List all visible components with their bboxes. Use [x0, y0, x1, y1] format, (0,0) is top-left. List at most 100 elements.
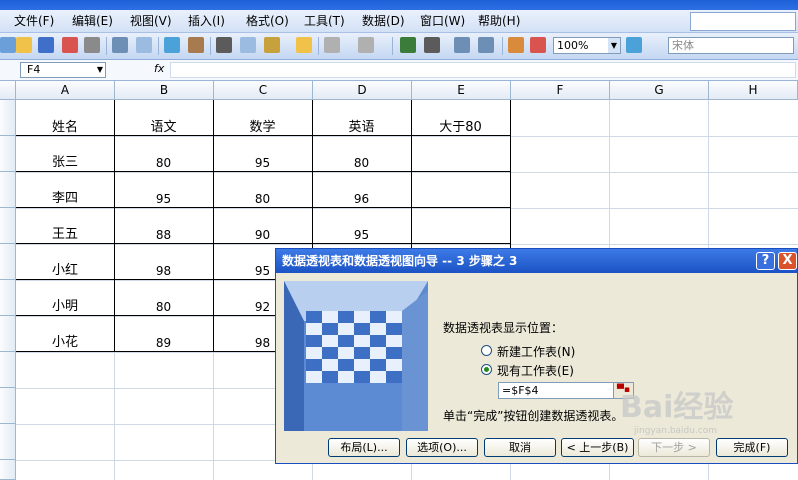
- menu-bar: 文件(F) 编辑(E) 视图(V) 插入(I) 格式(O) 工具(T) 数据(D…: [0, 10, 798, 33]
- cell-name[interactable]: 小花: [16, 325, 114, 361]
- column-header-f[interactable]: F: [511, 81, 610, 100]
- menu-edit[interactable]: 编辑(E): [72, 13, 113, 29]
- menu-window[interactable]: 窗口(W): [420, 13, 465, 29]
- cell-chinese[interactable]: 98: [114, 251, 213, 287]
- hyperlink-icon[interactable]: [400, 37, 416, 53]
- cell-english[interactable]: 96: [312, 179, 411, 215]
- layout-button[interactable]: 布局(L)...: [328, 438, 400, 457]
- cell-chinese[interactable]: 80: [114, 287, 213, 323]
- toolbar-separator: [158, 37, 159, 55]
- print-preview-icon[interactable]: [136, 37, 152, 53]
- cell-math[interactable]: 90: [213, 215, 312, 251]
- cell-name[interactable]: 小红: [16, 253, 114, 289]
- research-icon[interactable]: [188, 37, 204, 53]
- radio-existing-sheet[interactable]: [481, 364, 492, 375]
- table-header-chinese[interactable]: 语文: [114, 110, 213, 146]
- help-icon[interactable]: [626, 37, 642, 53]
- table-header-english[interactable]: 英语: [312, 110, 411, 146]
- help-search-box[interactable]: [690, 12, 796, 31]
- chevron-down-icon[interactable]: ▼: [97, 63, 103, 77]
- select-all-corner[interactable]: [0, 81, 16, 100]
- cut-icon[interactable]: [216, 37, 232, 53]
- undo-icon[interactable]: [324, 37, 340, 53]
- column-header-h[interactable]: H: [709, 81, 798, 100]
- menu-help[interactable]: 帮助(H): [478, 13, 520, 29]
- row-header[interactable]: [0, 100, 16, 136]
- menu-file[interactable]: 文件(F): [14, 13, 54, 29]
- formula-input[interactable]: [170, 62, 796, 78]
- function-icon[interactable]: fx: [154, 62, 164, 75]
- row-header[interactable]: [0, 136, 16, 172]
- row-header[interactable]: [0, 280, 16, 316]
- reference-input[interactable]: =$F$4 ▀▪: [498, 382, 634, 399]
- spelling-icon[interactable]: [164, 37, 180, 53]
- name-box[interactable]: F4 ▼: [20, 62, 106, 78]
- cell-english[interactable]: 95: [312, 215, 411, 251]
- column-header-e[interactable]: E: [412, 81, 511, 100]
- help-button[interactable]: ?: [756, 252, 775, 270]
- radio-new-sheet-label[interactable]: 新建工作表(N): [497, 343, 575, 360]
- cell-name[interactable]: 张三: [16, 145, 114, 181]
- cell-english[interactable]: 80: [312, 143, 411, 179]
- cell-name[interactable]: 小明: [16, 289, 114, 325]
- row-header[interactable]: [0, 424, 16, 460]
- next-button[interactable]: 下一步 >: [638, 438, 710, 457]
- row-header[interactable]: [0, 352, 16, 388]
- menu-format[interactable]: 格式(O): [246, 13, 289, 29]
- open-icon[interactable]: [16, 37, 32, 53]
- finish-button[interactable]: 完成(F): [716, 438, 788, 457]
- cancel-button[interactable]: 取消: [484, 438, 556, 457]
- font-select[interactable]: 宋体: [668, 37, 794, 54]
- print-icon[interactable]: [112, 37, 128, 53]
- row-header[interactable]: [0, 208, 16, 244]
- menu-insert[interactable]: 插入(I): [188, 13, 225, 29]
- column-header-g[interactable]: G: [610, 81, 709, 100]
- copy-icon[interactable]: [240, 37, 256, 53]
- row-header[interactable]: [0, 244, 16, 280]
- cell-math[interactable]: 95: [213, 143, 312, 179]
- menu-data[interactable]: 数据(D): [362, 13, 405, 29]
- cell-name[interactable]: 王五: [16, 217, 114, 253]
- menu-view[interactable]: 视图(V): [130, 13, 172, 29]
- table-header-above80[interactable]: 大于80: [411, 110, 510, 146]
- back-button[interactable]: < 上一步(B): [561, 438, 634, 457]
- cell-name[interactable]: 李四: [16, 181, 114, 217]
- title-bar: [0, 0, 798, 10]
- table-header-math[interactable]: 数学: [213, 110, 312, 146]
- row-header[interactable]: [0, 388, 16, 424]
- cell-chinese[interactable]: 88: [114, 215, 213, 251]
- chevron-down-icon[interactable]: ▼: [608, 38, 620, 53]
- cell-chinese[interactable]: 95: [114, 179, 213, 215]
- cell-math[interactable]: 80: [213, 179, 312, 215]
- column-header-b[interactable]: B: [115, 81, 214, 100]
- cell-chinese[interactable]: 89: [114, 323, 213, 359]
- radio-new-sheet[interactable]: [481, 345, 492, 356]
- new-icon[interactable]: [0, 37, 16, 53]
- radio-existing-sheet-label[interactable]: 现有工作表(E): [497, 362, 574, 379]
- chart-wizard-icon[interactable]: [508, 37, 524, 53]
- column-header-a[interactable]: A: [16, 81, 115, 100]
- table-header-name[interactable]: 姓名: [16, 110, 114, 146]
- menu-tools[interactable]: 工具(T): [304, 13, 345, 29]
- sort-ascending-icon[interactable]: [454, 37, 470, 53]
- row-header[interactable]: [0, 316, 16, 352]
- column-header-c[interactable]: C: [214, 81, 313, 100]
- column-header-d[interactable]: D: [313, 81, 412, 100]
- autosum-icon[interactable]: [424, 37, 440, 53]
- name-box-value: F4: [27, 63, 41, 76]
- drawing-icon[interactable]: [530, 37, 546, 53]
- redo-icon[interactable]: [358, 37, 374, 53]
- format-painter-icon[interactable]: [296, 37, 312, 53]
- permission-icon[interactable]: [62, 37, 78, 53]
- email-icon[interactable]: [84, 37, 100, 53]
- row-header[interactable]: [0, 460, 16, 480]
- paste-icon[interactable]: [264, 37, 280, 53]
- options-button[interactable]: 选项(O)...: [406, 438, 478, 457]
- dialog-title[interactable]: 数据透视表和数据透视图向导 -- 3 步骤之 3: [276, 249, 797, 273]
- sort-descending-icon[interactable]: [478, 37, 494, 53]
- row-header[interactable]: [0, 172, 16, 208]
- zoom-select[interactable]: 100% ▼: [553, 37, 621, 54]
- save-icon[interactable]: [38, 37, 54, 53]
- cell-chinese[interactable]: 80: [114, 143, 213, 179]
- close-button[interactable]: X: [778, 252, 797, 270]
